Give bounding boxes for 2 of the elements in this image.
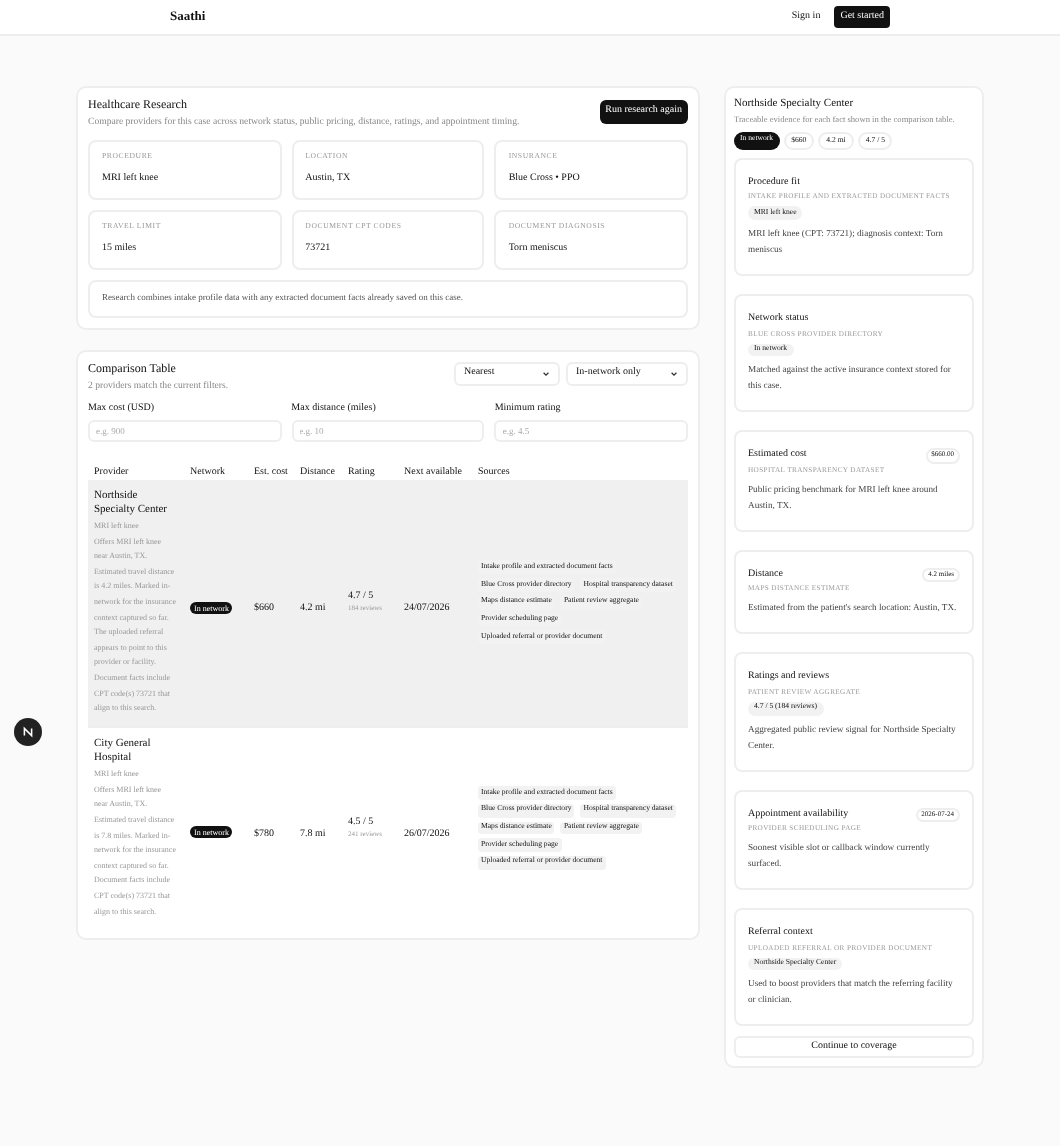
provider-row[interactable] xyxy=(88,479,688,726)
dev-tools-button[interactable] xyxy=(14,718,42,746)
